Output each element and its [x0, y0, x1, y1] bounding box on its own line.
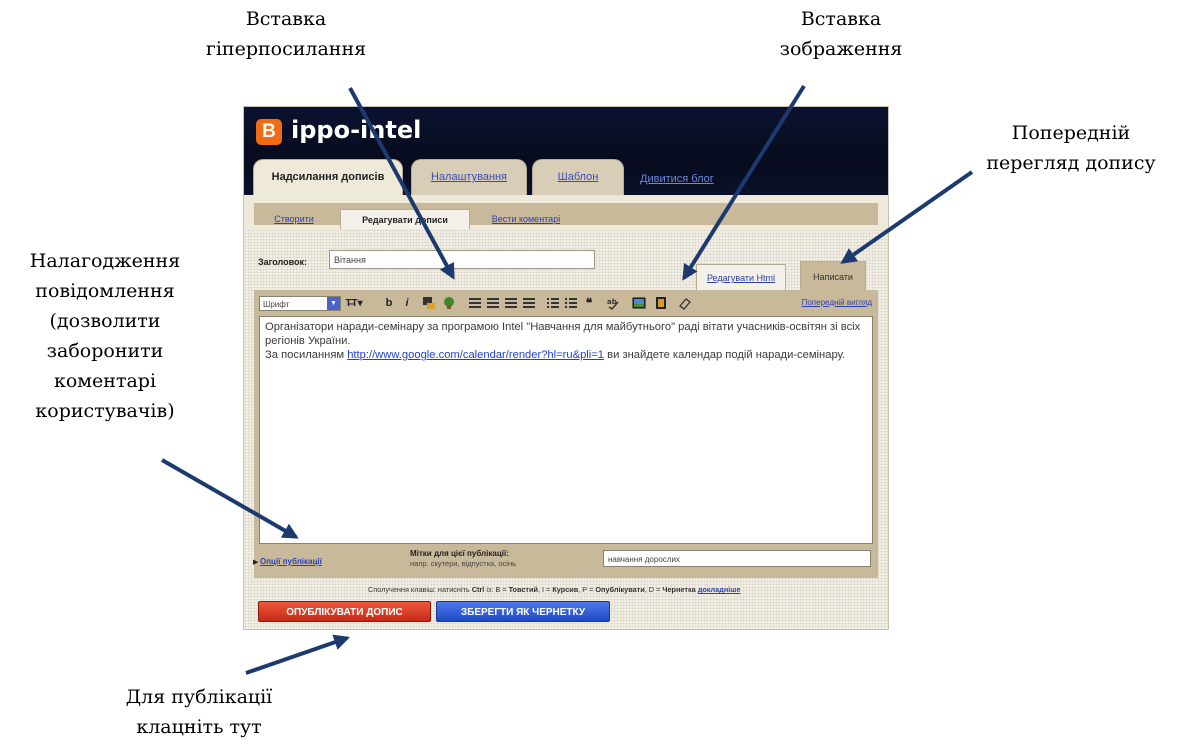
- labels-row: ▶ Опції публікації Мітки для цієї публік…: [253, 546, 878, 578]
- editor-toolbar: Шрифт ▼ T̶T▾ b i ❝ ab Попередній вигляд: [256, 293, 876, 315]
- blog-name: ippo-intel: [291, 116, 422, 144]
- labels-title: Мітки для цієї публікації:: [410, 549, 509, 558]
- callout-settings: Налагодження повідомлення (дозволити заб…: [0, 246, 210, 426]
- font-size-button[interactable]: T̶T▾: [344, 296, 364, 311]
- callout-line: клацніть тут: [136, 716, 262, 738]
- callout-line: заборонити: [46, 340, 164, 362]
- callout-image: Вставка зображення: [746, 4, 936, 64]
- chevron-down-icon: ▼: [327, 297, 340, 310]
- hint-text: Опублікувати: [595, 585, 645, 594]
- numbered-list-icon[interactable]: [546, 296, 560, 311]
- post-body-text: За посиланням: [265, 349, 348, 361]
- title-label: Заголовок:: [258, 257, 308, 267]
- arrow-publish: [245, 634, 351, 675]
- callout-line: Налагодження: [29, 250, 181, 272]
- callout-line: користувачів): [35, 400, 175, 422]
- callout-line: Для публікації: [125, 686, 273, 708]
- callout-line: гіперпосилання: [205, 38, 367, 60]
- hint-text: Сполучення клавіш: натисніть: [368, 585, 472, 594]
- calendar-link[interactable]: http://www.google.com/calendar/render?hl…: [347, 349, 604, 361]
- tab-settings-label: Налаштування: [430, 171, 508, 183]
- shortcut-hint: Сполучення клавіш: натисніть Ctrl із: В …: [368, 585, 740, 594]
- tab-edit-html[interactable]: Редагувати Html: [696, 264, 786, 290]
- view-blog-link[interactable]: Дивитися блог: [640, 173, 714, 185]
- callout-line: Вставка: [245, 8, 327, 30]
- callout-line: повідомлення: [35, 280, 175, 302]
- labels-hint: напр. скутери, відпустка, осінь: [410, 559, 516, 568]
- title-input[interactable]: Вітання: [329, 250, 595, 269]
- publish-button[interactable]: ОПУБЛІКУВАТИ ДОПИС: [258, 601, 431, 622]
- blogger-logo-icon: B: [256, 119, 282, 145]
- hint-text: Товстий: [508, 585, 538, 594]
- hint-text: , I =: [537, 585, 553, 594]
- tab-posting[interactable]: Надсилання дописів: [253, 159, 403, 195]
- hint-text: Курсив: [552, 585, 579, 594]
- preview-link[interactable]: Попередній вигляд: [802, 298, 872, 307]
- insert-link-icon[interactable]: [442, 296, 456, 311]
- callout-line: Вставка: [800, 8, 882, 30]
- tab-template[interactable]: Шаблон: [532, 159, 624, 195]
- insert-video-icon[interactable]: [654, 296, 668, 311]
- callout-line: коментарі: [53, 370, 157, 392]
- labels-input[interactable]: навчання дорослих: [603, 550, 871, 567]
- callout-preview: Попередній перегляд допису: [967, 118, 1175, 178]
- bold-button[interactable]: b: [382, 296, 396, 311]
- subnav-edit-posts[interactable]: Редагувати дописи: [340, 209, 470, 229]
- align-center-icon[interactable]: [486, 296, 500, 311]
- bullet-list-icon[interactable]: [564, 296, 578, 311]
- hint-text: із: В =: [484, 585, 509, 594]
- post-options-link[interactable]: Опції публікації: [260, 557, 322, 566]
- post-body-paragraph-1: Організатори наради-семінару за програмо…: [265, 321, 861, 347]
- subnav-manage-comments[interactable]: Вести коментарі: [476, 209, 576, 229]
- post-body-text: ви знайдете календар подій наради-семіна…: [604, 349, 846, 361]
- expand-arrow-icon: ▶: [253, 559, 259, 566]
- subnav: Створити Редагувати дописи Вести комента…: [244, 195, 888, 229]
- post-body-paragraph-2: За посиланням http://www.google.com/cale…: [265, 348, 867, 362]
- tab-compose[interactable]: Написати: [800, 261, 866, 291]
- eraser-icon[interactable]: [678, 296, 692, 311]
- spell-check-icon[interactable]: ab: [606, 296, 620, 311]
- align-left-icon[interactable]: [468, 296, 482, 311]
- hint-text: Чернетка: [662, 585, 696, 594]
- font-select[interactable]: Шрифт ▼: [259, 296, 341, 311]
- insert-image-icon[interactable]: [632, 296, 646, 311]
- callout-line: Попередній: [1011, 122, 1131, 144]
- editor-container: Шрифт ▼ T̶T▾ b i ❝ ab Попередній вигляд …: [253, 290, 878, 578]
- subnav-bar: Створити Редагувати дописи Вести комента…: [254, 203, 878, 229]
- font-select-value: Шрифт: [263, 300, 290, 309]
- callout-line: зображення: [779, 38, 903, 60]
- subnav-create[interactable]: Створити: [264, 209, 324, 229]
- callout-hyperlink: Вставка гіперпосилання: [186, 4, 386, 64]
- hint-text: Ctrl: [471, 585, 485, 594]
- callout-publish: Для публікації клацніть тут: [99, 682, 299, 742]
- hint-text: , P =: [578, 585, 596, 594]
- align-right-icon[interactable]: [504, 296, 518, 311]
- text-color-icon[interactable]: [422, 296, 436, 311]
- post-body-editor[interactable]: Організатори наради-семінару за програмо…: [259, 316, 873, 544]
- hint-text: , D =: [644, 585, 663, 594]
- align-justify-icon[interactable]: [522, 296, 536, 311]
- quote-icon[interactable]: ❝: [582, 296, 596, 311]
- tab-settings[interactable]: Налаштування: [411, 159, 527, 195]
- callout-line: (дозволити: [49, 310, 161, 332]
- tab-template-label: Шаблон: [557, 171, 599, 183]
- callout-line: перегляд допису: [986, 152, 1156, 174]
- blogger-editor-screenshot: B ippo-intel Надсилання дописів Налаштув…: [243, 106, 889, 630]
- blog-header: B ippo-intel Надсилання дописів Налаштув…: [244, 107, 888, 195]
- italic-button[interactable]: i: [400, 296, 414, 311]
- more-info-link[interactable]: докладніше: [698, 585, 741, 594]
- save-draft-button[interactable]: ЗБЕРЕГТИ ЯК ЧЕРНЕТКУ: [436, 601, 610, 622]
